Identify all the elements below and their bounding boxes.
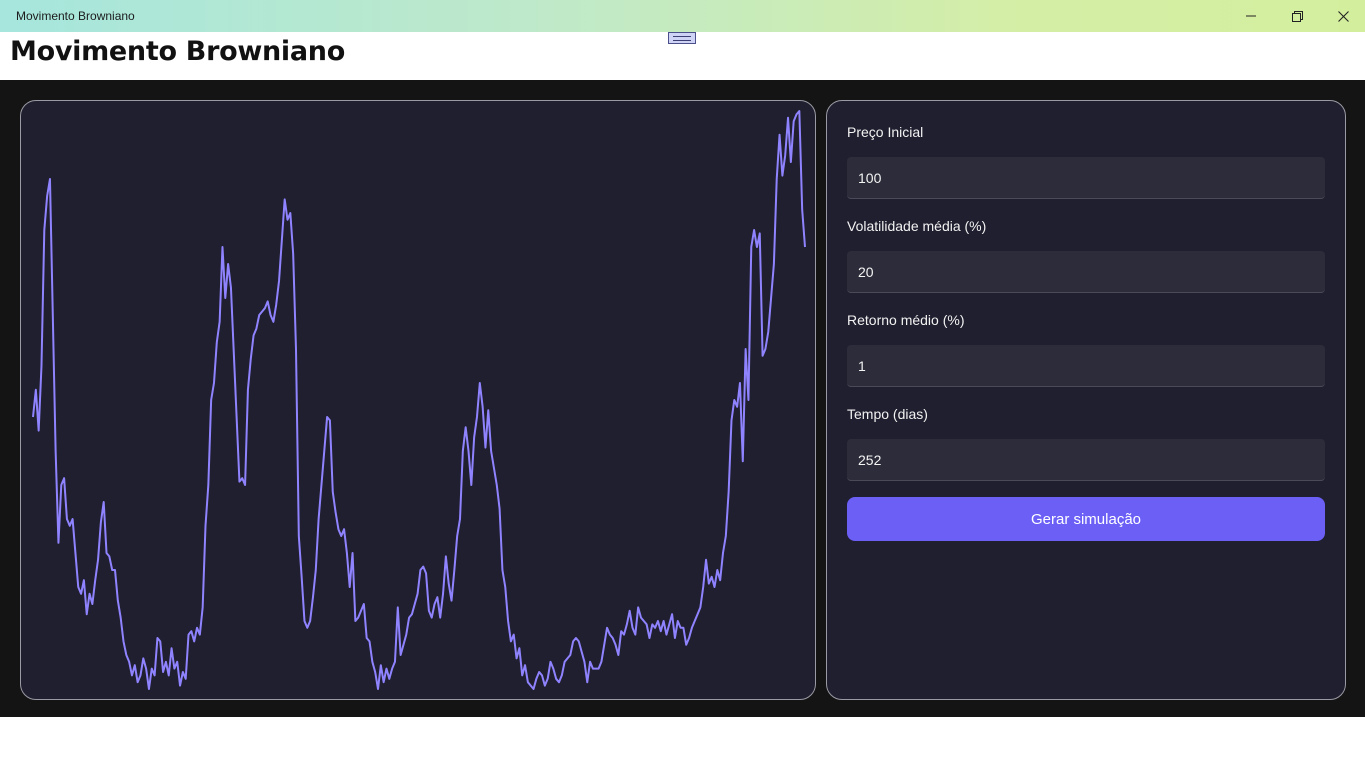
mean-return-label: Retorno médio (%) <box>847 312 965 328</box>
chart-panel <box>20 100 816 700</box>
page-title: Movimento Browniano <box>10 36 345 67</box>
close-button[interactable] <box>1320 0 1365 32</box>
grip-icon <box>673 35 691 41</box>
generate-simulation-button[interactable]: Gerar simulação <box>847 497 1325 541</box>
volatility-input[interactable] <box>847 251 1325 293</box>
window-title: Movimento Browniano <box>16 9 135 23</box>
title-bar: Movimento Browniano <box>0 0 1365 32</box>
minimize-button[interactable] <box>1228 0 1274 32</box>
time-days-label: Tempo (dias) <box>847 406 928 422</box>
mean-return-input[interactable] <box>847 345 1325 387</box>
maximize-button[interactable] <box>1274 0 1320 32</box>
volatility-label: Volatilidade média (%) <box>847 218 987 234</box>
initial-price-input[interactable] <box>847 157 1325 199</box>
drag-handle[interactable] <box>668 32 696 44</box>
maximize-icon <box>1291 10 1303 22</box>
workspace: Preço Inicial Volatilidade média (%) Ret… <box>0 80 1365 717</box>
minimize-icon <box>1246 15 1256 17</box>
parameters-panel: Preço Inicial Volatilidade média (%) Ret… <box>826 100 1346 700</box>
price-series-line <box>32 110 806 690</box>
close-icon <box>1337 10 1349 22</box>
price-chart <box>32 110 806 690</box>
time-days-input[interactable] <box>847 439 1325 481</box>
initial-price-label: Preço Inicial <box>847 124 924 140</box>
